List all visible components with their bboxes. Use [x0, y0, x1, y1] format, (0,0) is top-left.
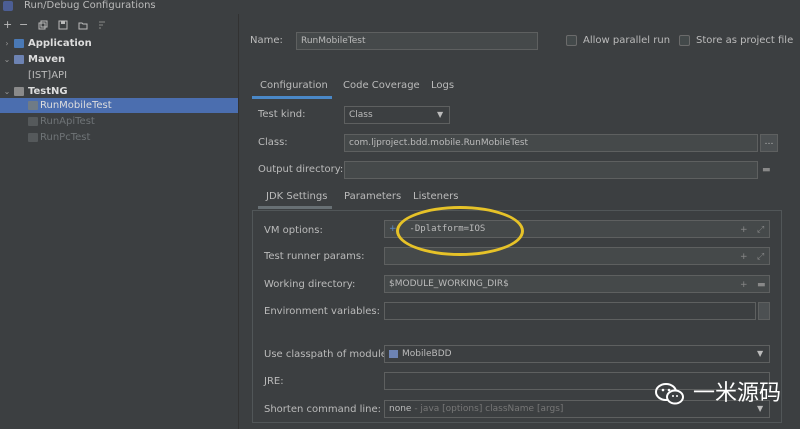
save-icon[interactable] [58, 20, 68, 34]
name-label: Name: [250, 35, 283, 46]
tab-listeners[interactable]: Listeners [413, 190, 458, 204]
chevron-right-icon[interactable]: › [2, 36, 12, 51]
wechat-icon [655, 383, 684, 405]
tree-item-label: [IST]API [28, 70, 68, 81]
add-icon[interactable]: + [3, 18, 12, 32]
expand-field-icon[interactable]: ⤢ [757, 252, 764, 262]
chevron-down-icon: ▼ [757, 349, 764, 358]
tab-parameters[interactable]: Parameters [344, 190, 401, 204]
classpath-label: Use classpath of module: [264, 349, 391, 360]
output-dir-label: Output directory: [258, 164, 344, 175]
remove-icon[interactable]: − [19, 18, 28, 32]
tree-item-label: RunPcTest [40, 132, 91, 143]
class-label: Class: [258, 137, 288, 148]
test-kind-label: Test kind: [258, 109, 306, 120]
application-icon [14, 39, 24, 48]
testng-config-icon [28, 101, 38, 110]
store-as-file-checkbox[interactable] [679, 35, 690, 46]
app-icon [3, 1, 13, 11]
output-dir-input[interactable] [344, 161, 758, 179]
browse-class-button[interactable]: … [760, 134, 778, 152]
tab-logs[interactable]: Logs [431, 79, 454, 93]
allow-parallel-label: Allow parallel run [583, 35, 671, 46]
title-bar: Run/Debug Configurations [0, 0, 800, 14]
window-title: Run/Debug Configurations [24, 0, 156, 11]
env-vars-input[interactable] [384, 302, 756, 320]
splitter[interactable] [238, 14, 239, 429]
folder-icon[interactable] [78, 20, 88, 34]
env-vars-label: Environment variables: [264, 306, 380, 317]
folder-icon[interactable]: ▬ [762, 165, 771, 175]
tab-code-coverage[interactable]: Code Coverage [343, 79, 420, 93]
shorten-hint: - java [options] className [args] [414, 404, 564, 414]
highlight-ellipse [396, 206, 524, 256]
tree-item-label: Maven [28, 54, 66, 65]
folder-icon[interactable]: ▬ [757, 280, 766, 290]
testng-config-icon [28, 133, 38, 142]
test-runner-params-label: Test runner params: [264, 251, 365, 262]
watermark: 一米源码 [655, 374, 800, 414]
jre-label: JRE: [264, 376, 284, 387]
working-dir-label: Working directory: [264, 279, 356, 290]
tree-item-label: TestNG [28, 86, 68, 97]
tree-item-run-pc-test[interactable]: RunPcTest [0, 130, 238, 145]
env-vars-browse-button[interactable] [758, 302, 770, 320]
allow-parallel-checkbox[interactable] [566, 35, 577, 46]
add-variable-icon[interactable]: + [740, 225, 748, 235]
tree-item-maven[interactable]: ⌄ Maven [0, 52, 238, 67]
chevron-down-icon: ▼ [437, 110, 444, 119]
add-variable-icon[interactable]: + [740, 280, 748, 290]
tree-item-application[interactable]: › Application [0, 36, 238, 51]
shorten-value: none [389, 404, 412, 414]
classpath-select[interactable]: MobileBDD [384, 345, 770, 363]
tree-toolbar: + − [0, 18, 120, 32]
configuration-tree: › Application ⌄ Maven [IST]API ⌄ TestNG … [0, 35, 238, 429]
test-kind-value: Class [349, 110, 373, 120]
maven-icon [14, 55, 24, 64]
expand-field-icon[interactable]: ⤢ [757, 225, 764, 235]
tree-item-label: RunApiTest [40, 116, 95, 127]
testng-config-icon [28, 117, 38, 126]
shorten-label: Shorten command line: [264, 404, 382, 415]
watermark-text: 一米源码 [693, 381, 782, 406]
active-tab-indicator [252, 96, 332, 99]
tree-item-label: Application [28, 38, 92, 49]
testng-icon [14, 87, 24, 96]
chevron-down-icon[interactable]: ⌄ [2, 52, 12, 67]
vm-options-label: VM options: [264, 225, 323, 236]
class-input[interactable]: com.ljproject.bdd.mobile.RunMobileTest [344, 134, 758, 152]
active-subtab-indicator [258, 206, 332, 209]
tree-item-label: RunMobileTest [40, 100, 112, 111]
tab-jdk-settings[interactable]: JDK Settings [266, 190, 327, 204]
store-as-file-label: Store as project file [696, 35, 794, 46]
tab-configuration[interactable]: Configuration [260, 79, 328, 93]
tree-item-run-api-test[interactable]: RunApiTest [0, 114, 238, 129]
name-input[interactable]: RunMobileTest [296, 32, 538, 50]
tree-item-ist-api[interactable]: [IST]API [0, 68, 238, 83]
module-icon [389, 349, 398, 358]
working-dir-input[interactable]: $MODULE_WORKING_DIR$ [384, 275, 770, 293]
add-variable-icon[interactable]: + [740, 252, 748, 262]
tree-item-run-mobile-test[interactable]: RunMobileTest [0, 98, 238, 113]
copy-icon[interactable] [38, 20, 48, 34]
tree-item-testng[interactable]: ⌄ TestNG [0, 84, 238, 99]
classpath-value: MobileBDD [402, 349, 452, 359]
test-kind-select[interactable]: Class [344, 106, 450, 124]
sort-icon[interactable] [97, 20, 107, 34]
chevron-down-icon[interactable]: ⌄ [2, 84, 12, 99]
